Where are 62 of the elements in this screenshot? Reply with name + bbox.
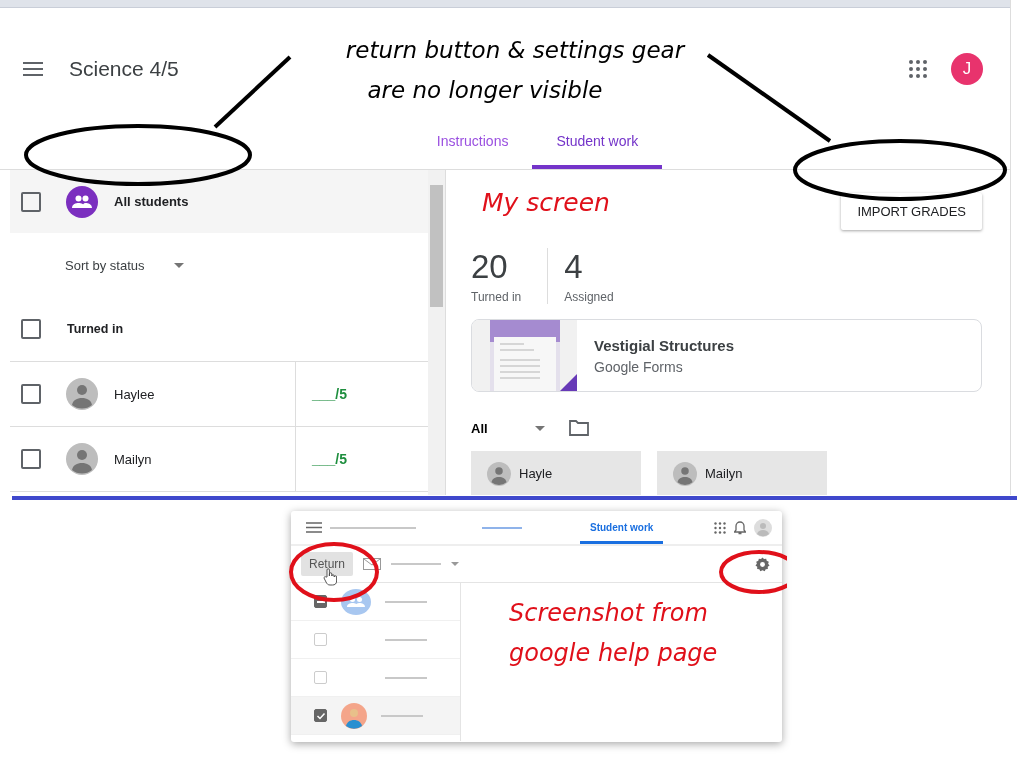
apps-grid-icon	[714, 521, 726, 534]
caret-icon	[535, 425, 545, 431]
student-card[interactable]: Mailyn	[657, 451, 827, 495]
menu-icon	[306, 522, 322, 533]
group-icon	[341, 588, 371, 615]
tab[interactable]: Instructions	[412, 116, 533, 169]
apps-grid-icon[interactable]	[909, 60, 927, 78]
menu-icon[interactable]	[23, 62, 43, 76]
avatar-icon	[754, 518, 772, 537]
scrollbar[interactable]	[428, 170, 445, 495]
checkbox[interactable]	[314, 709, 327, 722]
checkbox[interactable]	[21, 449, 41, 469]
checkbox[interactable]	[21, 384, 41, 404]
annotation-text: google help page	[509, 638, 718, 669]
hand-cursor-icon	[323, 568, 337, 586]
mail-icon	[363, 558, 382, 570]
folder-icon[interactable]	[569, 420, 589, 436]
filter-dropdown[interactable]: All	[471, 420, 535, 436]
return-button[interactable]: Return	[301, 552, 354, 576]
placeholder-line	[385, 676, 427, 679]
tab[interactable]: Student work	[532, 116, 663, 169]
import-grades-button[interactable]: IMPORT GRADES	[841, 193, 982, 230]
group-icon	[66, 185, 98, 218]
student-name[interactable]: Mailyn	[114, 451, 152, 467]
group-heading: Turned in	[67, 322, 123, 336]
caret-icon	[174, 262, 185, 268]
attachment-type: Google Forms	[594, 358, 684, 375]
student-name: Mailyn	[705, 466, 743, 481]
bell-icon	[734, 520, 746, 535]
placeholder-line	[381, 714, 423, 717]
grade-field[interactable]: ___/5	[312, 451, 348, 467]
student-card[interactable]: Hayle	[471, 451, 641, 495]
stat-label: Turned in	[471, 290, 522, 304]
stat-count: 4	[564, 248, 584, 286]
grade-field[interactable]: ___/5	[312, 386, 348, 402]
placeholder-line	[482, 526, 522, 529]
annotation-text: My screen	[482, 188, 610, 217]
placeholder-line	[385, 638, 427, 641]
class-title: Science 4/5	[69, 57, 179, 81]
avatar-icon	[673, 461, 697, 486]
account-avatar[interactable]: J	[951, 53, 983, 85]
placeholder-line	[385, 600, 427, 603]
annotation-text: Screenshot from	[509, 598, 709, 629]
all-students-label: All students	[114, 194, 189, 209]
annotation-text: are no longer visible	[367, 76, 603, 105]
attachment-card[interactable]: Vestigial Structures Google Forms	[471, 319, 982, 392]
avatar-icon	[66, 443, 98, 475]
sort-dropdown[interactable]: Sort by status	[65, 257, 145, 273]
placeholder-line	[391, 563, 442, 565]
annotation-text: return button & settings gear	[345, 36, 685, 65]
stat-label: Assigned	[564, 290, 614, 304]
avatar-icon	[487, 461, 511, 486]
settings-icon	[755, 556, 770, 572]
stat-count: 20	[471, 248, 509, 286]
person-avatar-icon	[341, 702, 367, 729]
student-name: Hayle	[519, 466, 553, 481]
attachment-title: Vestigial Structures	[594, 336, 735, 354]
avatar-icon	[66, 378, 98, 410]
student-name[interactable]: Haylee	[114, 386, 155, 402]
checkbox[interactable]	[21, 319, 41, 339]
checkbox[interactable]	[21, 191, 41, 212]
caret-icon	[451, 562, 460, 566]
